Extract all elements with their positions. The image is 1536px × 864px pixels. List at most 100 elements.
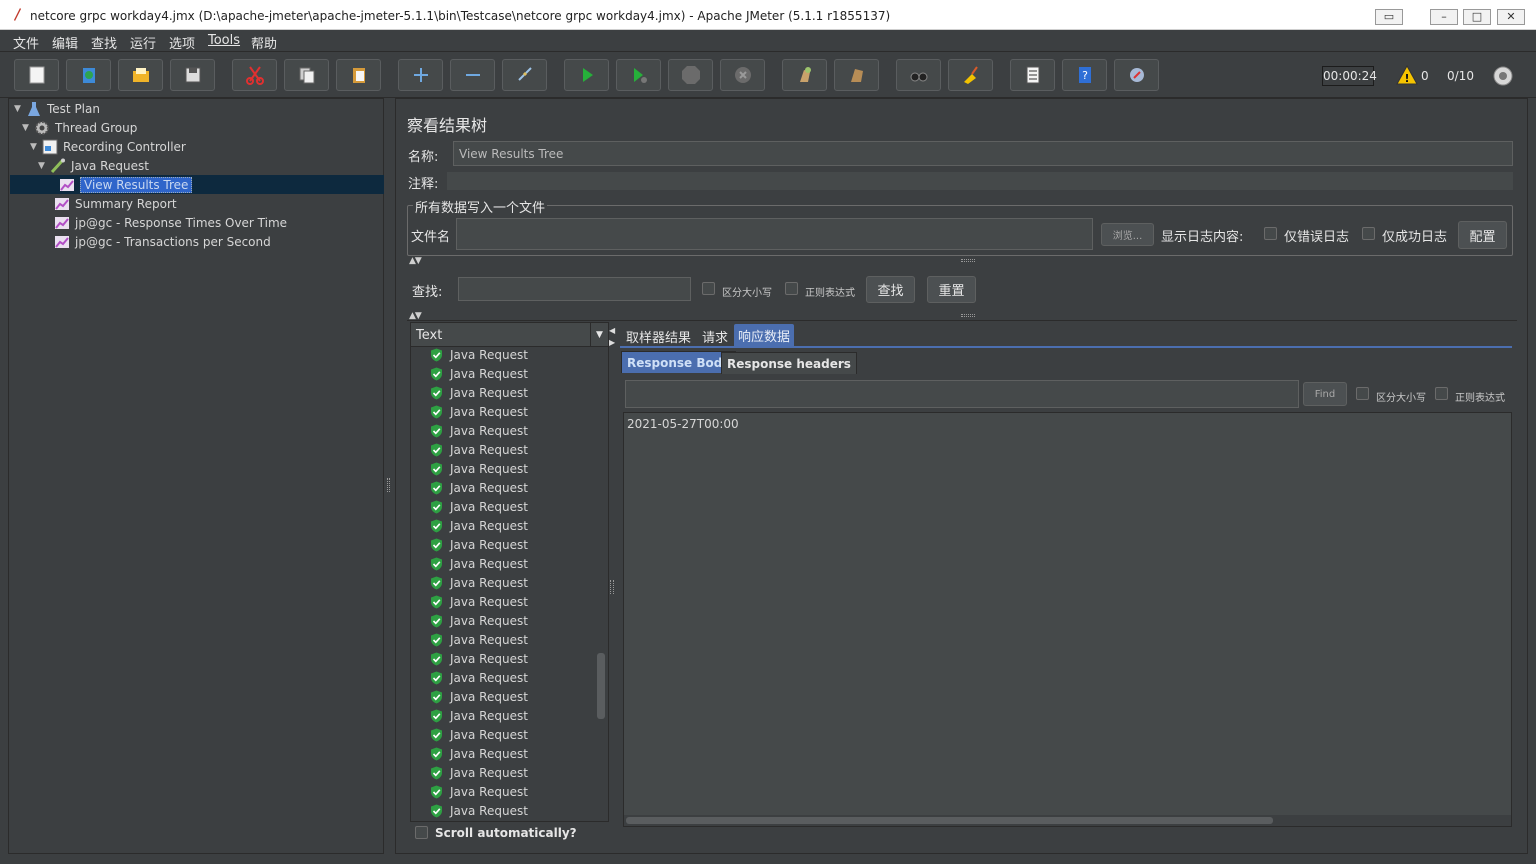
maximize-button[interactable]: □ [1463,9,1491,25]
tree-item-summary-report[interactable]: Summary Report [54,194,177,213]
expanded-toggle-icon[interactable]: ▼ [22,123,34,133]
left-arrow-icon[interactable]: ◀ [609,326,615,335]
minimize-button[interactable]: – [1430,9,1458,25]
list-splitter[interactable]: ◀ ▶ [609,322,617,832]
list-item[interactable]: Java Request [430,535,528,554]
list-item[interactable]: Java Request [430,782,528,801]
menu-file[interactable]: 文件 [13,33,39,52]
collapse-arrows-icon[interactable]: ▲▼ [409,256,422,266]
list-item[interactable]: Java Request [430,725,528,744]
list-item[interactable]: Java Request [430,592,528,611]
remote-button[interactable] [1114,59,1159,91]
shutdown-button[interactable] [720,59,765,91]
right-arrow-icon[interactable]: ▶ [609,338,615,347]
list-scrollbar[interactable] [597,653,605,719]
menu-options[interactable]: 选项 [169,33,195,52]
errors-only-checkbox[interactable] [1264,227,1277,240]
comment-input[interactable] [447,172,1513,190]
collapse-all-button[interactable] [450,59,495,91]
regex-checkbox[interactable] [785,282,798,295]
divider-grip[interactable] [961,259,975,262]
renderer-select[interactable]: Text ▼ [411,323,608,347]
menu-edit[interactable]: 编辑 [52,33,78,52]
toggle-button[interactable] [502,59,547,91]
response-find-input[interactable] [625,380,1299,408]
function-helper-button[interactable] [1010,59,1055,91]
tab-request[interactable]: 请求 [698,325,732,347]
tree-item-java-request[interactable]: ▼ Java Request [38,156,149,175]
list-item[interactable]: Java Request [430,459,528,478]
clear-all-button[interactable] [834,59,879,91]
menu-tools[interactable]: Tools [208,33,240,48]
tree-item-test-plan[interactable]: ▼ Test Plan [14,99,100,118]
tree-item-response-times[interactable]: jp@gc - Response Times Over Time [54,213,287,232]
configure-button[interactable]: 配置 [1458,221,1507,249]
reset-search-button[interactable] [948,59,993,91]
globe-icon[interactable] [1492,65,1514,87]
name-input[interactable]: View Results Tree [453,141,1513,166]
close-button[interactable]: ✕ [1497,9,1525,25]
filename-input[interactable] [456,218,1093,250]
list-item[interactable]: Java Request [430,554,528,573]
reset-button[interactable]: 重置 [927,276,976,303]
search-button[interactable] [896,59,941,91]
list-item[interactable]: Java Request [430,573,528,592]
tab-response-body[interactable]: Response Body [621,351,737,373]
tab-response-data[interactable]: 响应数据 [734,324,795,346]
response-body-area[interactable]: 2021-05-27T00:00 [623,412,1512,827]
list-item[interactable]: Java Request [430,744,528,763]
list-item[interactable]: Java Request [430,801,528,820]
open-button[interactable] [118,59,163,91]
help-button[interactable]: ? [1062,59,1107,91]
list-item[interactable]: Java Request [430,630,528,649]
response-case-sensitive-checkbox[interactable] [1356,387,1369,400]
list-item[interactable]: Java Request [430,649,528,668]
case-sensitive-checkbox[interactable] [702,282,715,295]
expanded-toggle-icon[interactable]: ▼ [14,104,26,114]
list-item[interactable]: Java Request [430,706,528,725]
main-splitter[interactable] [386,98,392,854]
list-item[interactable]: Java Request [430,611,528,630]
new-button[interactable] [14,59,59,91]
scroll-automatically-checkbox[interactable] [415,826,428,839]
divider-grip[interactable] [961,314,975,317]
list-item[interactable]: Java Request [430,348,528,364]
list-item[interactable]: Java Request [430,687,528,706]
list-item[interactable]: Java Request [430,763,528,782]
list-item[interactable]: Java Request [430,478,528,497]
list-item[interactable]: Java Request [430,497,528,516]
clear-button[interactable] [782,59,827,91]
copy-button[interactable] [284,59,329,91]
cut-button[interactable] [232,59,277,91]
menu-search[interactable]: 查找 [91,33,117,52]
find-button[interactable]: Find [1303,382,1347,406]
tree-item-view-results-tree[interactable]: View Results Tree [10,175,384,194]
templates-button[interactable] [66,59,111,91]
expanded-toggle-icon[interactable]: ▼ [30,142,42,152]
success-only-checkbox[interactable] [1362,227,1375,240]
menu-help[interactable]: 帮助 [251,33,277,52]
restore-icon[interactable]: ▭ [1375,9,1403,25]
list-item[interactable]: Java Request [430,364,528,383]
search-input[interactable] [458,277,691,301]
start-no-pauses-button[interactable] [616,59,661,91]
warning-icon[interactable]: ! [1396,65,1418,85]
hscroll-thumb[interactable] [626,817,1273,824]
search-execute-button[interactable]: 查找 [866,276,915,303]
response-regex-checkbox[interactable] [1435,387,1448,400]
tree-item-recording-controller[interactable]: ▼ Recording Controller [30,137,186,156]
list-item[interactable]: Java Request [430,440,528,459]
response-hscrollbar[interactable] [624,815,1511,826]
start-button[interactable] [564,59,609,91]
expand-all-button[interactable] [398,59,443,91]
stop-button[interactable] [668,59,713,91]
list-item[interactable]: Java Request [430,402,528,421]
menu-run[interactable]: 运行 [130,33,156,52]
expanded-toggle-icon[interactable]: ▼ [38,161,50,171]
list-item[interactable]: Java Request [430,421,528,440]
browse-button[interactable]: 浏览... [1101,223,1154,246]
list-item[interactable]: Java Request [430,668,528,687]
list-item[interactable]: Java Request [430,516,528,535]
save-button[interactable] [170,59,215,91]
tab-sampler-result[interactable]: 取样器结果 [622,325,695,347]
